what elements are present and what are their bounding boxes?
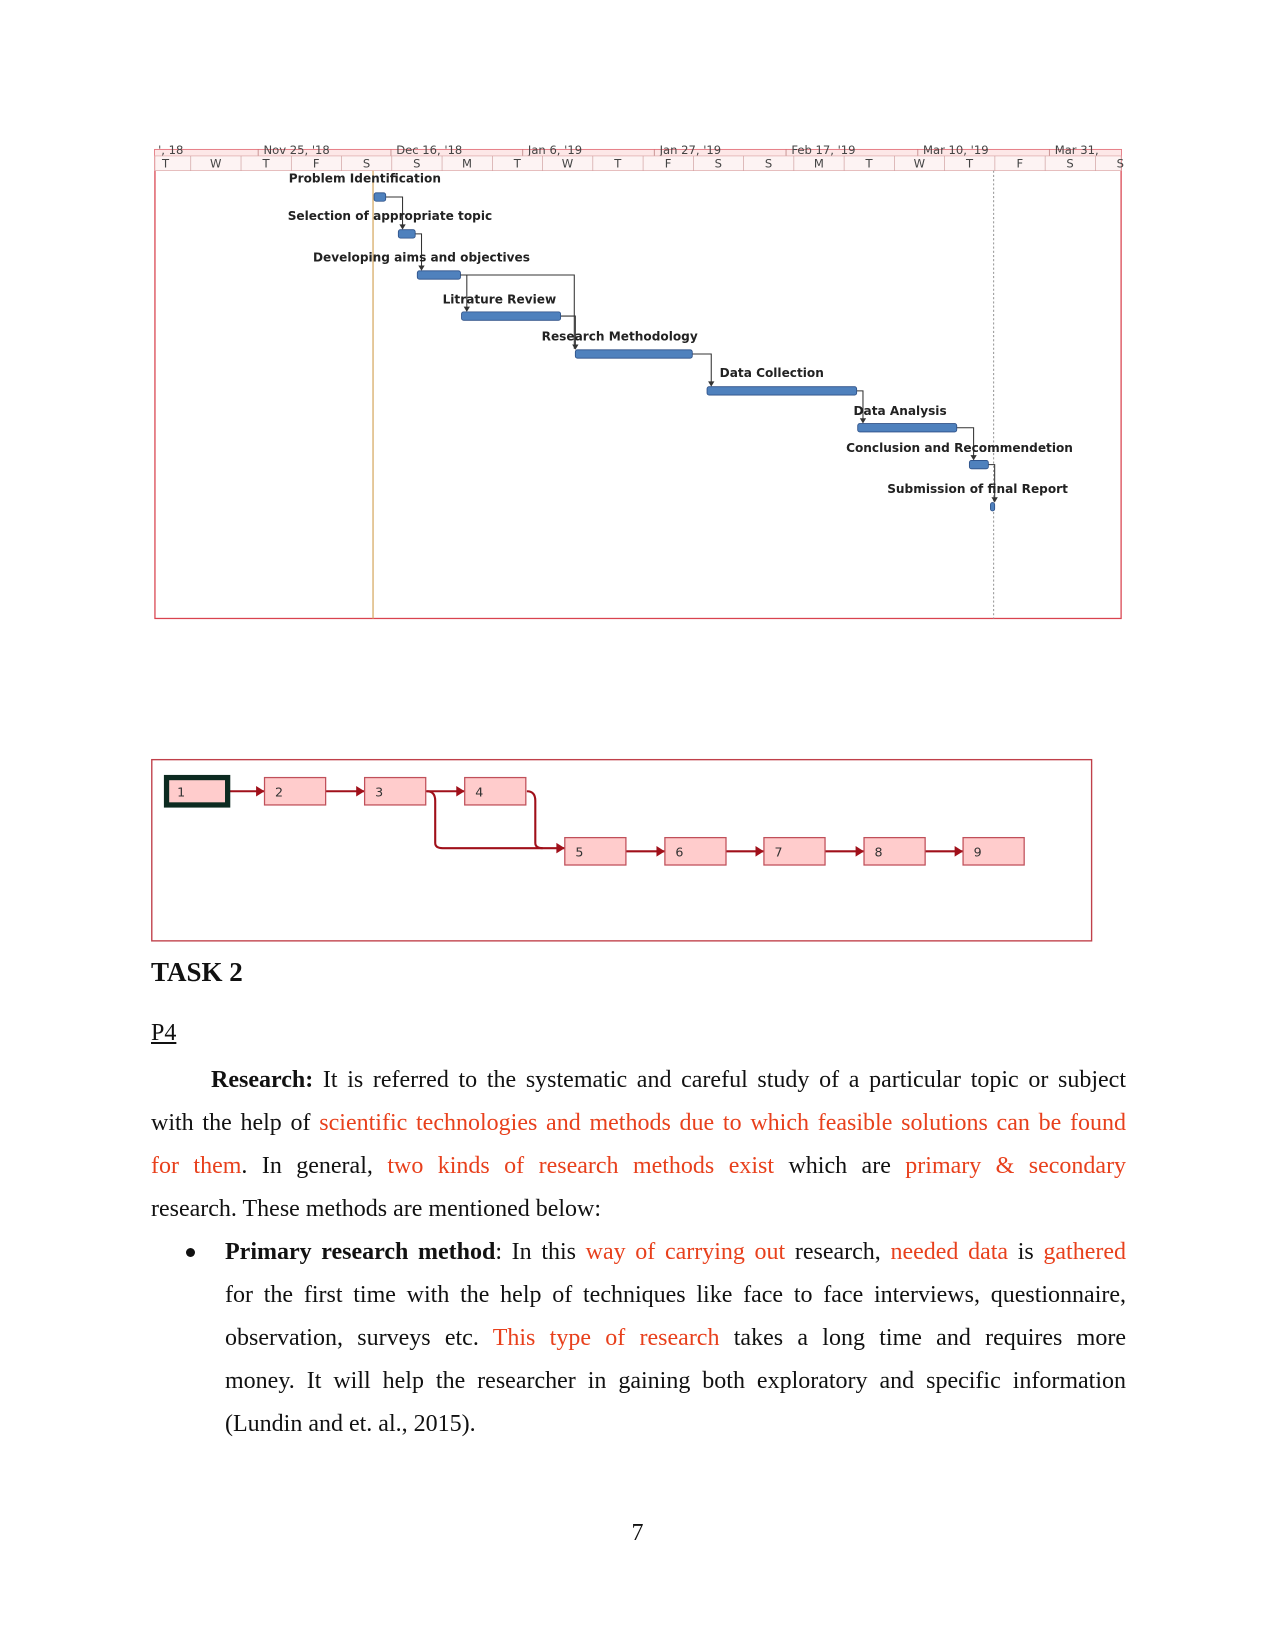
network-node bbox=[664, 836, 727, 866]
gantt-bar bbox=[857, 423, 958, 433]
node-label: 3 bbox=[375, 785, 383, 800]
section-heading: TASK 2 bbox=[151, 957, 243, 987]
day-label: S bbox=[765, 157, 772, 171]
network-diagram: 1 2 3 4 5 6 7 8 9 bbox=[151, 758, 1093, 942]
task-label: Selection of appropriate topic bbox=[288, 209, 492, 223]
day-label: S bbox=[413, 157, 420, 171]
day-label: S bbox=[1117, 157, 1124, 171]
day-label: W bbox=[914, 157, 926, 171]
node-label: 9 bbox=[974, 845, 982, 860]
bullet-primary-research: Primary research method: In this way of … bbox=[225, 1231, 1126, 1446]
highlight-text: gathered bbox=[1043, 1239, 1127, 1265]
network-node bbox=[962, 836, 1025, 866]
task-label: Litrature Review bbox=[443, 292, 557, 306]
bullet-icon bbox=[186, 1248, 195, 1257]
day-label: M bbox=[814, 157, 824, 171]
text: which are bbox=[788, 1153, 891, 1179]
task-label: Data Analysis bbox=[853, 404, 946, 418]
day-label: S bbox=[1066, 157, 1073, 171]
day-label: F bbox=[1017, 157, 1024, 171]
task-label: Data Collection bbox=[720, 366, 824, 380]
day-label: S bbox=[715, 157, 722, 171]
month-label: Dec 16, '18 bbox=[396, 143, 462, 157]
day-row bbox=[154, 155, 1122, 172]
network-node bbox=[763, 836, 826, 866]
term-research: Research: bbox=[211, 1067, 314, 1093]
gantt-bar bbox=[397, 229, 416, 239]
day-label: T bbox=[161, 157, 170, 171]
month-label: ', 18 bbox=[158, 143, 183, 157]
citation: (Lundin and et. al., 2015). bbox=[225, 1411, 476, 1437]
day-label: T bbox=[261, 157, 270, 171]
task-label: Submission of final Report bbox=[887, 482, 1068, 496]
day-label: T bbox=[513, 157, 522, 171]
subsection-heading: P4 bbox=[151, 1020, 177, 1046]
task-label: Research Methodology bbox=[542, 329, 698, 343]
gantt-bar bbox=[968, 460, 989, 470]
text: for the first time with the help of tech… bbox=[225, 1282, 1126, 1308]
month-label: Mar 10, '19 bbox=[923, 143, 989, 157]
node-label: 6 bbox=[675, 845, 683, 860]
text: It is referred to the systematic and car… bbox=[322, 1067, 1127, 1093]
highlight-text: for them bbox=[151, 1153, 242, 1179]
node-label: 7 bbox=[774, 845, 782, 860]
network-node bbox=[363, 776, 427, 806]
text: research. These methods are mentioned be… bbox=[151, 1196, 602, 1222]
task-label: Developing aims and objectives bbox=[313, 250, 530, 264]
gantt-bar bbox=[461, 311, 562, 321]
network-node bbox=[564, 836, 627, 866]
day-label: S bbox=[363, 157, 370, 171]
day-label: W bbox=[562, 157, 574, 171]
text: observation, surveys etc. bbox=[225, 1325, 479, 1351]
gantt-bar bbox=[990, 502, 996, 512]
highlight-text: two kinds of research methods exist bbox=[387, 1153, 775, 1179]
gantt-bar bbox=[416, 270, 461, 280]
page-number: 7 bbox=[631, 1520, 644, 1546]
network-node bbox=[263, 776, 327, 806]
gantt-bar bbox=[574, 349, 693, 359]
network-node bbox=[464, 776, 527, 806]
network-node bbox=[863, 836, 926, 866]
node-label: 1 bbox=[177, 785, 185, 800]
text: takes a long time and requires more bbox=[733, 1325, 1126, 1351]
task-label: Conclusion and Recommendetion bbox=[846, 441, 1073, 455]
text: : In this bbox=[495, 1239, 586, 1265]
month-label: Mar 31, bbox=[1055, 143, 1099, 157]
day-label: T bbox=[965, 157, 974, 171]
month-label: Feb 17, '19 bbox=[791, 143, 855, 157]
node-label: 8 bbox=[875, 845, 883, 860]
highlight-text: needed data bbox=[890, 1239, 1009, 1265]
text: is bbox=[1017, 1239, 1034, 1265]
text: money. It will help the researcher in ga… bbox=[225, 1368, 1126, 1394]
month-label: Nov 25, '18 bbox=[263, 143, 329, 157]
term-primary: Primary research method bbox=[225, 1239, 496, 1265]
day-label: T bbox=[613, 157, 622, 171]
month-label: Jan 6, '19 bbox=[527, 143, 582, 157]
research-paragraph: Research: It is referred to the systemat… bbox=[151, 1059, 1126, 1231]
gantt-chart: ', 18 Nov 25, '18 Dec 16, '18 Jan 6, '19 Jan… bbox=[154, 143, 1124, 620]
node-label: 2 bbox=[275, 785, 283, 800]
text: with the help of bbox=[151, 1110, 311, 1136]
highlight-text: way of carrying out bbox=[585, 1239, 786, 1265]
node-label: 4 bbox=[475, 785, 483, 800]
highlight-text: This type of research bbox=[492, 1325, 720, 1351]
text: research, bbox=[794, 1239, 881, 1265]
highlight-text: primary & secondary bbox=[905, 1153, 1127, 1179]
day-label: F bbox=[665, 157, 672, 171]
day-label: T bbox=[865, 157, 874, 171]
day-label: M bbox=[462, 157, 472, 171]
day-label: F bbox=[313, 157, 320, 171]
gantt-bar bbox=[373, 192, 387, 202]
text: . In general, bbox=[241, 1153, 373, 1179]
highlight-text: scientific technologies and methods due … bbox=[319, 1110, 1126, 1136]
node-label: 5 bbox=[575, 845, 583, 860]
gantt-bar bbox=[706, 386, 858, 396]
month-label: Jan 27, '19 bbox=[659, 143, 722, 157]
network-node bbox=[163, 774, 231, 808]
day-label: W bbox=[210, 157, 222, 171]
task-label: Problem Identification bbox=[289, 171, 441, 185]
